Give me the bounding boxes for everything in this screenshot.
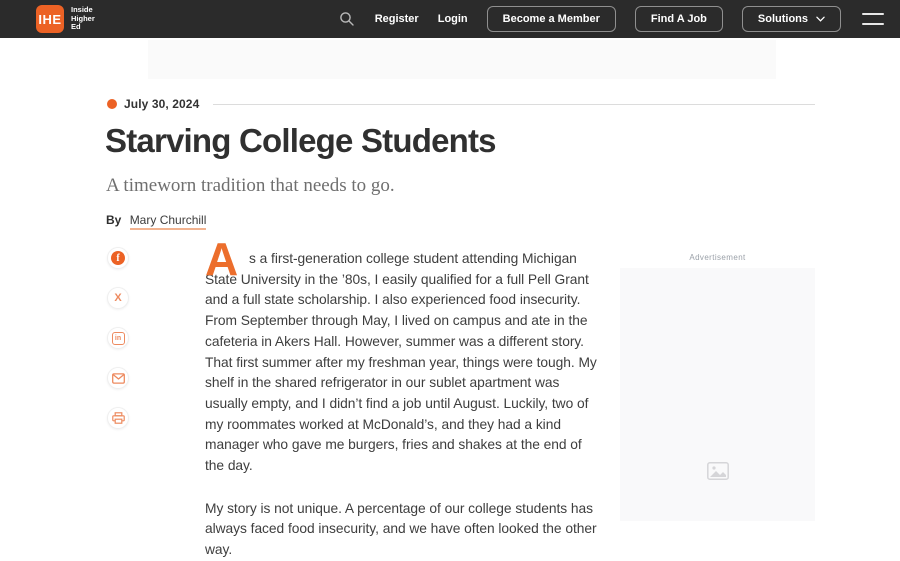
site-header: IHE Inside Higher Ed Register Login Beco… <box>0 0 900 38</box>
become-member-button[interactable]: Become a Member <box>486 6 616 32</box>
share-rail: f X in <box>107 247 129 429</box>
logo-wordmark: Inside Higher Ed <box>71 5 95 32</box>
page-title: Starving College Students <box>105 122 497 159</box>
article-dek: A timeworn tradition that needs to go. <box>106 175 395 196</box>
article-paragraph: My story is not unique. A percentage of … <box>205 500 597 558</box>
print-icon <box>111 412 125 424</box>
chevron-down-icon <box>816 16 825 22</box>
share-x-button[interactable]: X <box>107 287 129 309</box>
publish-date: July 30, 2024 <box>124 97 200 111</box>
find-a-job-button[interactable]: Find A Job <box>634 6 723 32</box>
facebook-icon: f <box>111 251 125 265</box>
divider <box>213 103 815 105</box>
find-a-job-label: Find A Job <box>650 13 707 25</box>
right-ad-slot <box>620 268 815 521</box>
linkedin-icon: in <box>111 331 125 345</box>
byline-prefix: By <box>106 213 122 227</box>
solutions-label: Solutions <box>757 13 808 25</box>
x-twitter-icon: X <box>114 292 122 304</box>
article-paragraph: As a first-generation college student at… <box>205 236 603 477</box>
advertisement-label: Advertisement <box>689 253 746 262</box>
menu-icon[interactable] <box>862 13 884 25</box>
share-email-button[interactable] <box>107 367 129 389</box>
register-link[interactable]: Register <box>375 13 419 25</box>
image-placeholder-icon <box>706 462 729 480</box>
date-row: July 30, 2024 <box>107 97 815 111</box>
paragraph-text: s a first-generation college student att… <box>205 251 597 474</box>
author-link[interactable]: Mary Churchill <box>129 213 207 230</box>
byline: By Mary Churchill <box>106 213 207 230</box>
logo-ihe-icon: IHE <box>36 5 64 33</box>
become-member-label: Become a Member <box>502 13 600 25</box>
login-link[interactable]: Login <box>438 13 468 25</box>
article-page: IHE Inside Higher Ed Register Login Beco… <box>0 0 900 557</box>
email-icon <box>111 372 125 384</box>
share-linkedin-button[interactable]: in <box>107 327 129 349</box>
share-facebook-button[interactable]: f <box>107 247 129 269</box>
dropcap: A <box>205 233 239 285</box>
article-body: As a first-generation college student at… <box>205 236 603 561</box>
site-logo[interactable]: IHE Inside Higher Ed <box>36 5 95 33</box>
search-icon[interactable] <box>338 10 356 28</box>
top-ad-slot <box>148 40 776 79</box>
share-print-button[interactable] <box>107 407 129 429</box>
date-dot-icon <box>107 99 117 109</box>
solutions-dropdown-button[interactable]: Solutions <box>741 6 841 32</box>
